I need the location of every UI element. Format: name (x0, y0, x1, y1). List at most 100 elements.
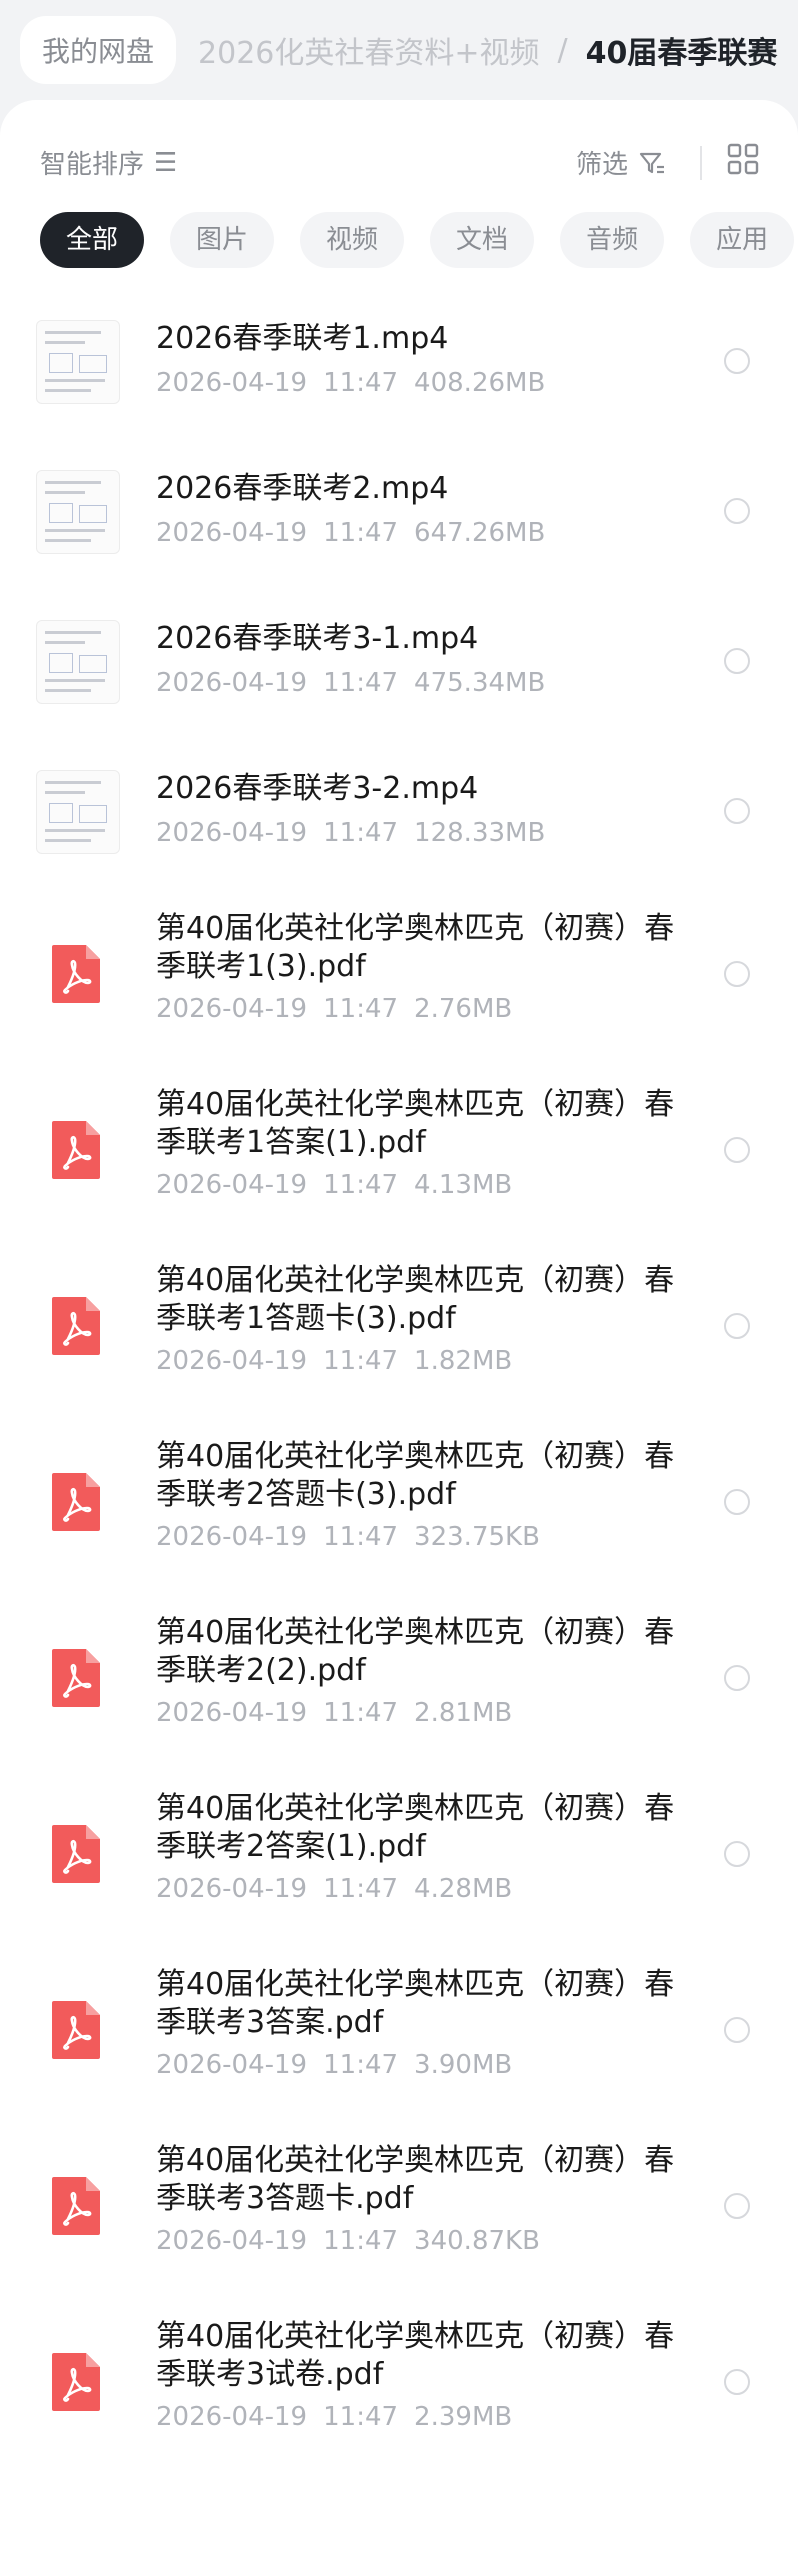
file-meta: 2026-04-19 11:47 647.26MB (156, 518, 561, 548)
file-meta: 2026-04-19 11:47 323.75KB (156, 1522, 556, 1552)
file-meta: 2026-04-19 11:47 128.33MB (156, 818, 561, 848)
file-time: 11:47 (323, 994, 399, 1024)
file-size: 647.26MB (414, 518, 546, 548)
file-date: 2026-04-19 (156, 2226, 308, 2256)
breadcrumb-separator: / (557, 32, 568, 68)
file-date: 2026-04-19 (156, 818, 308, 848)
file-meta: 2026-04-19 11:47 1.82MB (156, 1346, 528, 1376)
file-name: 第40届化英社化学奥林匹克（初赛）春季联考2答案(1).pdf (156, 1791, 675, 1864)
file-time: 11:47 (323, 2226, 399, 2256)
file-meta: 2026-04-19 11:47 4.28MB (156, 1874, 528, 1904)
select-radio[interactable] (724, 348, 750, 374)
toolbar: 智能排序 ☰ 筛选 (0, 136, 798, 196)
filter-button[interactable]: 筛选 (576, 144, 666, 181)
select-radio[interactable] (724, 1313, 750, 1339)
select-radio[interactable] (724, 2193, 750, 2219)
toolbar-divider (700, 146, 702, 180)
file-name: 第40届化英社化学奥林匹克（初赛）春季联考2(2).pdf (156, 1615, 675, 1688)
pdf-file-icon (52, 1297, 100, 1355)
video-thumbnail (36, 470, 120, 554)
select-radio[interactable] (724, 2369, 750, 2395)
file-time: 11:47 (323, 1346, 399, 1376)
file-row[interactable]: 第40届化英社化学奥林匹克（初赛）春季联考2(2).pdf 2026-04-19 1… (0, 1594, 798, 1770)
sort-label: 智能排序 (40, 150, 145, 180)
file-row[interactable]: 2026春季联考2.mp4 2026-04-19 11:47 647.26MB (0, 440, 798, 590)
file-time: 11:47 (323, 2402, 399, 2432)
file-meta: 2026-04-19 11:47 4.13MB (156, 1170, 528, 1200)
sort-lines-icon: ☰ (154, 147, 178, 178)
file-name: 第40届化英社化学奥林匹克（初赛）春季联考1答案(1).pdf (156, 1087, 675, 1160)
sort-button[interactable]: 智能排序 ☰ (40, 144, 177, 181)
file-row[interactable]: 第40届化英社化学奥林匹克（初赛）春季联考1(3).pdf 2026-04-19 1… (0, 890, 798, 1066)
video-thumbnail (36, 770, 120, 854)
select-radio[interactable] (724, 2017, 750, 2043)
file-row[interactable]: 第40届化英社化学奥林匹克（初赛）春季联考1答案(1).pdf 2026-04-1… (0, 1066, 798, 1242)
file-time: 11:47 (323, 668, 399, 698)
file-date: 2026-04-19 (156, 1346, 308, 1376)
grid-view-icon[interactable] (726, 142, 760, 176)
select-radio[interactable] (724, 1841, 750, 1867)
file-name: 2026春季联考3-2.mp4 (156, 771, 479, 806)
file-date: 2026-04-19 (156, 518, 308, 548)
select-radio[interactable] (724, 1137, 750, 1163)
select-radio[interactable] (724, 1665, 750, 1691)
file-date: 2026-04-19 (156, 668, 308, 698)
file-meta: 2026-04-19 11:47 3.90MB (156, 2050, 528, 2080)
file-row[interactable]: 第40届化英社化学奥林匹克（初赛）春季联考2答案(1).pdf 2026-04-1… (0, 1770, 798, 1946)
file-size: 340.87KB (414, 2226, 540, 2256)
file-row[interactable]: 第40届化英社化学奥林匹克（初赛）春季联考2答题卡(3).pdf 2026-04-… (0, 1418, 798, 1594)
file-date: 2026-04-19 (156, 1170, 308, 1200)
breadcrumb-parent[interactable]: 2026化英社春资料+视频 (198, 28, 539, 72)
breadcrumb-home[interactable]: 我的网盘 (20, 16, 177, 84)
tab-audio[interactable]: 音频 (560, 212, 665, 268)
file-date: 2026-04-19 (156, 2050, 308, 2080)
file-name: 第40届化英社化学奥林匹克（初赛）春季联考3试卷.pdf (156, 2319, 675, 2392)
file-row[interactable]: 第40届化英社化学奥林匹克（初赛）春季联考3答题卡.pdf 2026-04-19 1… (0, 2122, 798, 2298)
file-size: 408.26MB (414, 368, 546, 398)
video-thumbnail (36, 320, 120, 404)
file-size: 2.76MB (414, 994, 513, 1024)
select-radio[interactable] (724, 648, 750, 674)
file-date: 2026-04-19 (156, 994, 308, 1024)
tab-apps[interactable]: 应用 (690, 212, 795, 268)
file-time: 11:47 (323, 1170, 399, 1200)
category-tabs: 全部 图片 视频 文档 音频 应用 (40, 212, 798, 268)
select-radio[interactable] (724, 961, 750, 987)
select-radio[interactable] (724, 798, 750, 824)
file-size: 2.81MB (414, 1698, 513, 1728)
file-time: 11:47 (323, 818, 399, 848)
file-name: 第40届化英社化学奥林匹克（初赛）春季联考1(3).pdf (156, 911, 675, 984)
file-time: 11:47 (323, 368, 399, 398)
file-date: 2026-04-19 (156, 1522, 308, 1552)
select-radio[interactable] (724, 1489, 750, 1515)
file-meta: 2026-04-19 11:47 2.81MB (156, 1698, 528, 1728)
file-date: 2026-04-19 (156, 368, 308, 398)
file-name: 第40届化英社化学奥林匹克（初赛）春季联考2答题卡(3).pdf (156, 1439, 675, 1512)
breadcrumb-current: 40届春季联赛 (585, 36, 778, 71)
file-meta: 2026-04-19 11:47 475.34MB (156, 668, 561, 698)
tab-videos[interactable]: 视频 (300, 212, 405, 268)
file-row[interactable]: 2026春季联考3-2.mp4 2026-04-19 11:47 128.33MB (0, 740, 798, 890)
file-time: 11:47 (323, 1874, 399, 1904)
tab-images[interactable]: 图片 (170, 212, 275, 268)
tab-documents[interactable]: 文档 (430, 212, 535, 268)
tab-all[interactable]: 全部 (40, 212, 145, 268)
file-name: 第40届化英社化学奥林匹克（初赛）春季联考1答题卡(3).pdf (156, 1263, 675, 1336)
file-name: 2026春季联考3-1.mp4 (156, 621, 479, 656)
file-time: 11:47 (323, 1698, 399, 1728)
file-size: 3.90MB (414, 2050, 513, 2080)
file-row[interactable]: 第40届化英社化学奥林匹克（初赛）春季联考3试卷.pdf 2026-04-19 11… (0, 2298, 798, 2474)
file-row[interactable]: 第40届化英社化学奥林匹克（初赛）春季联考1答题卡(3).pdf 2026-04-… (0, 1242, 798, 1418)
file-date: 2026-04-19 (156, 1698, 308, 1728)
file-time: 11:47 (323, 2050, 399, 2080)
file-panel: 智能排序 ☰ 筛选 全部 图片 视频 文档 音频 应用 2026春季联考1.mp… (0, 100, 798, 2560)
file-meta: 2026-04-19 11:47 2.39MB (156, 2402, 528, 2432)
file-size: 128.33MB (414, 818, 546, 848)
select-radio[interactable] (724, 498, 750, 524)
file-row[interactable]: 第40届化英社化学奥林匹克（初赛）春季联考3答案.pdf 2026-04-19 11… (0, 1946, 798, 2122)
pdf-file-icon (52, 1473, 100, 1531)
file-row[interactable]: 2026春季联考1.mp4 2026-04-19 11:47 408.26MB (0, 290, 798, 440)
file-name: 2026春季联考2.mp4 (156, 471, 449, 506)
pdf-file-icon (52, 2001, 100, 2059)
file-row[interactable]: 2026春季联考3-1.mp4 2026-04-19 11:47 475.34MB (0, 590, 798, 740)
